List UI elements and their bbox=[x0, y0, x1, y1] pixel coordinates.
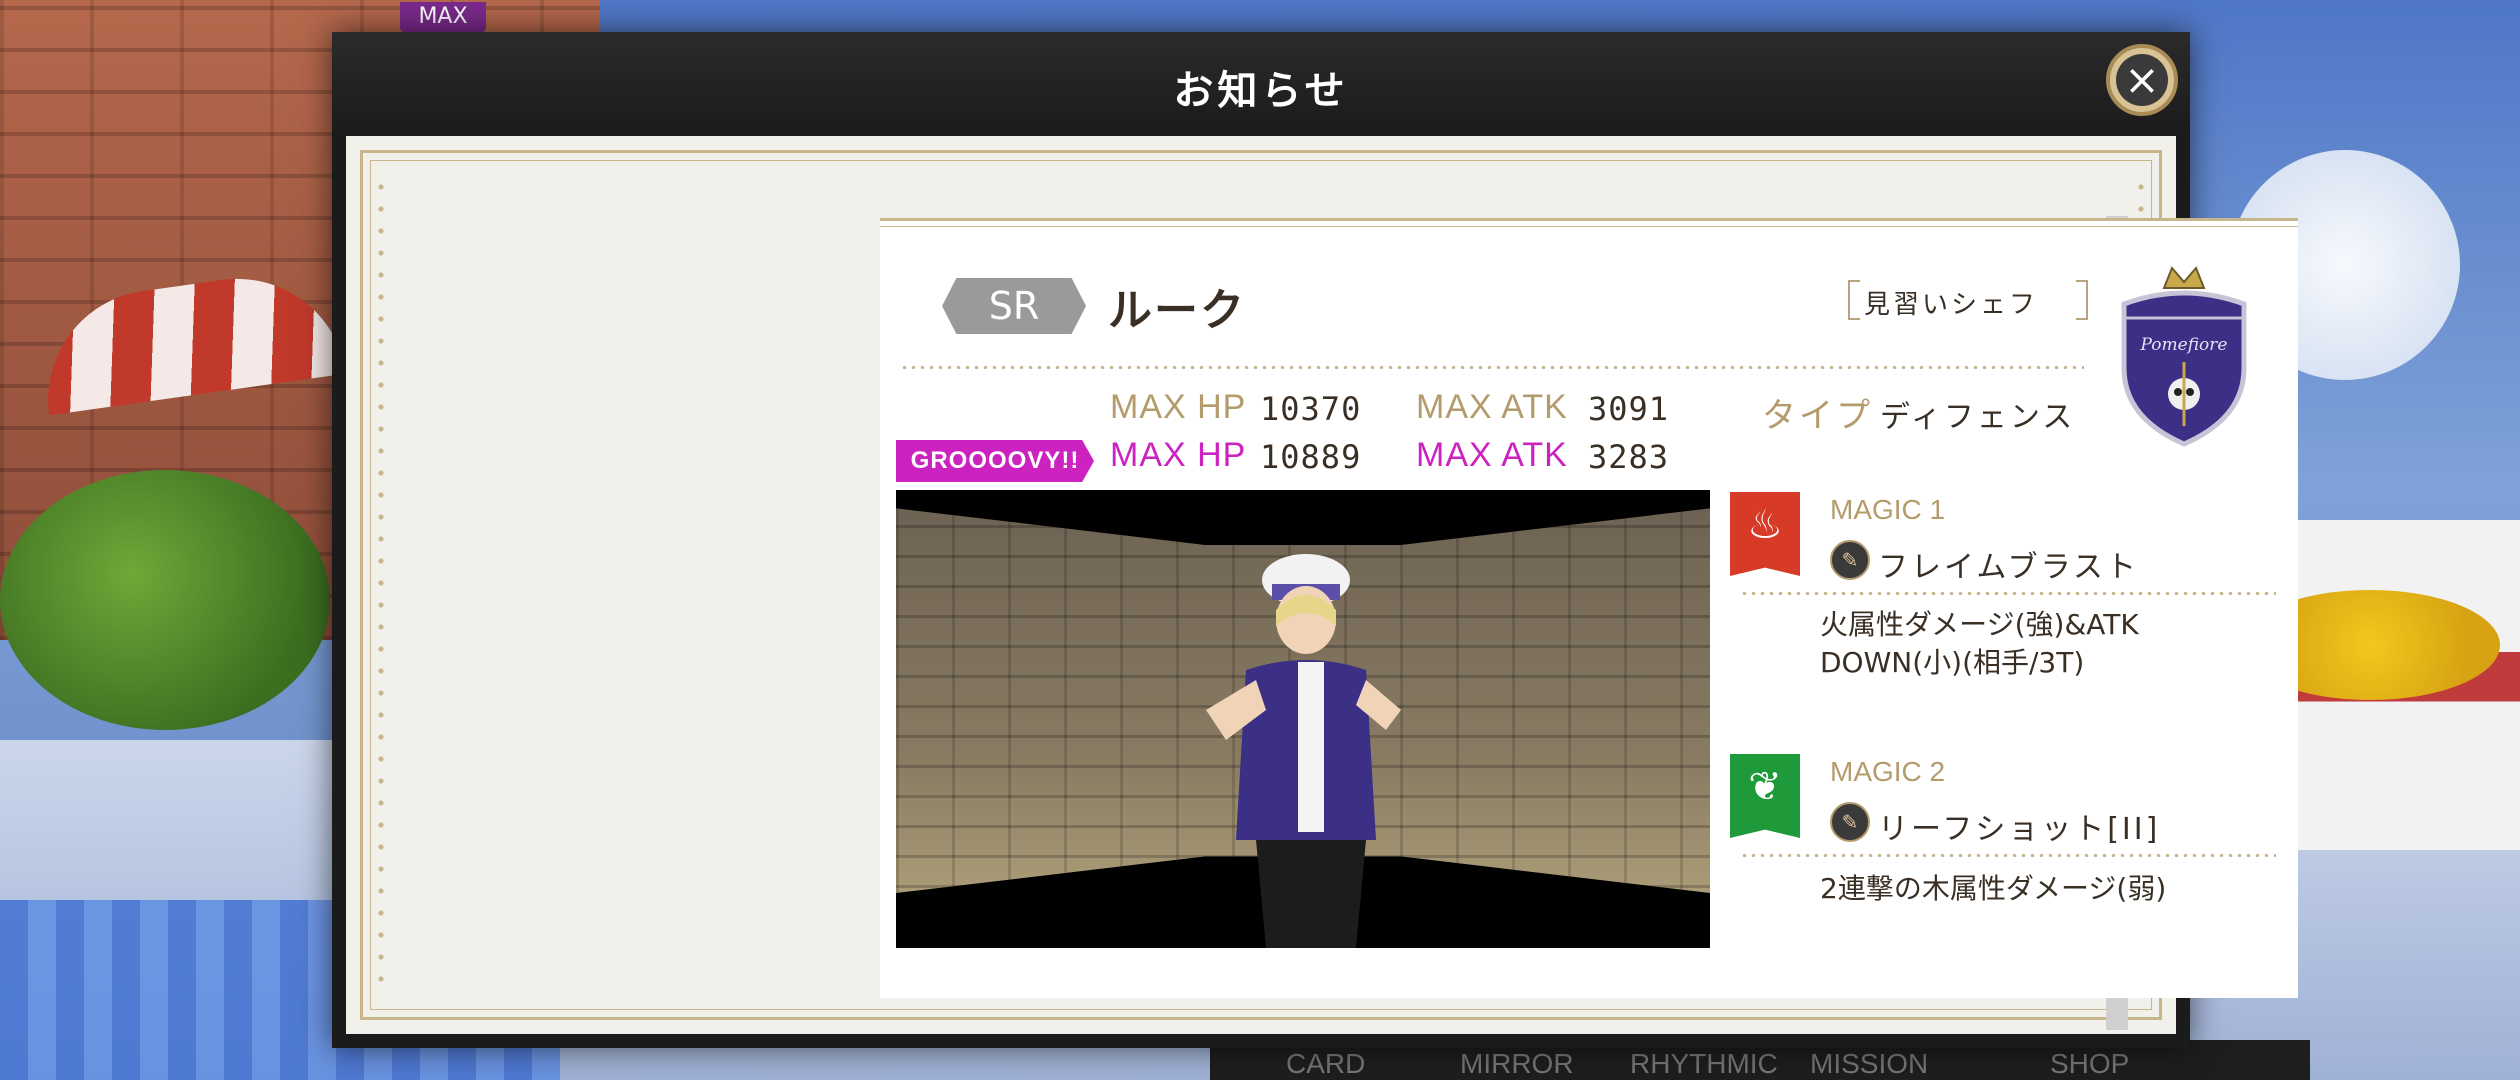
nav-rhythmic[interactable]: RHYTHMIC bbox=[1630, 1048, 1778, 1080]
type-label: タイプ bbox=[1762, 397, 1873, 435]
groovy-max-atk-value: 3283 bbox=[1588, 438, 1670, 476]
close-button[interactable]: × bbox=[2106, 44, 2178, 116]
max-hp-value: 10370 bbox=[1260, 390, 1362, 428]
character-name: ルーク bbox=[1108, 285, 1246, 336]
card-info-panel: SR ルーク 見習いシェフ MAX HP 10370 MAX ATK 3091 … bbox=[880, 218, 2298, 998]
character-rook-image bbox=[1206, 554, 1401, 948]
nav-card[interactable]: CARD bbox=[1286, 1048, 1365, 1080]
modal-header: お知らせ × bbox=[332, 32, 2190, 134]
max-badge: MAX bbox=[400, 2, 486, 32]
groovy-max-atk-label: MAX ATK bbox=[1416, 436, 1568, 474]
magic2-description: 2連撃の木属性ダメージ(弱) bbox=[1820, 872, 2167, 905]
leaf-icon: ❦ bbox=[1748, 764, 1782, 810]
bush bbox=[0, 470, 330, 730]
nav-shop[interactable]: SHOP bbox=[2050, 1048, 2129, 1080]
magic2-name: リーフショット[II] bbox=[1878, 812, 2161, 847]
modal-title: お知らせ bbox=[1173, 68, 1349, 114]
magic1-label: MAGIC 1 bbox=[1830, 494, 1946, 525]
magic2-label: MAGIC 2 bbox=[1830, 756, 1946, 787]
dorm-crest-emblem: Pomefiore bbox=[2121, 266, 2247, 447]
nav-mission[interactable]: MISSION bbox=[1810, 1048, 1928, 1080]
crest-text: Pomefiore bbox=[2140, 335, 2228, 355]
groovy-max-hp-value: 10889 bbox=[1260, 438, 1362, 476]
groovy-max-hp-label: MAX HP bbox=[1110, 436, 1247, 474]
flame-icon: ♨ bbox=[1747, 502, 1783, 548]
magic2-wood-badge: ❦ bbox=[1730, 754, 1800, 838]
close-icon: × bbox=[2116, 54, 2168, 106]
wand-icon: ✎ bbox=[1830, 802, 1870, 842]
wand-icon: ✎ bbox=[1830, 540, 1870, 580]
rarity-badge: SR bbox=[942, 278, 1086, 334]
magic1-description: 火属性ダメージ(強)&ATK DOWN(小)(相手/3T) bbox=[1820, 608, 2139, 679]
nav-mirror[interactable]: MIRROR bbox=[1460, 1048, 1574, 1080]
notice-modal: お知らせ × SR ルーク 見習いシェフ MAX HP 10370 MAX AT… bbox=[332, 32, 2298, 1048]
card-title: 見習いシェフ bbox=[1864, 290, 2039, 320]
max-atk-label: MAX ATK bbox=[1416, 388, 1568, 426]
magic1-fire-badge: ♨ bbox=[1730, 492, 1800, 576]
groovy-badge: GROOOOVY!! bbox=[896, 440, 1094, 482]
magic1-name: フレイムブラスト bbox=[1878, 550, 2139, 585]
max-hp-label: MAX HP bbox=[1110, 388, 1247, 426]
max-atk-value: 3091 bbox=[1588, 390, 1670, 428]
type-value: ディフェンス bbox=[1880, 400, 2076, 435]
card-illustration bbox=[896, 490, 1710, 948]
